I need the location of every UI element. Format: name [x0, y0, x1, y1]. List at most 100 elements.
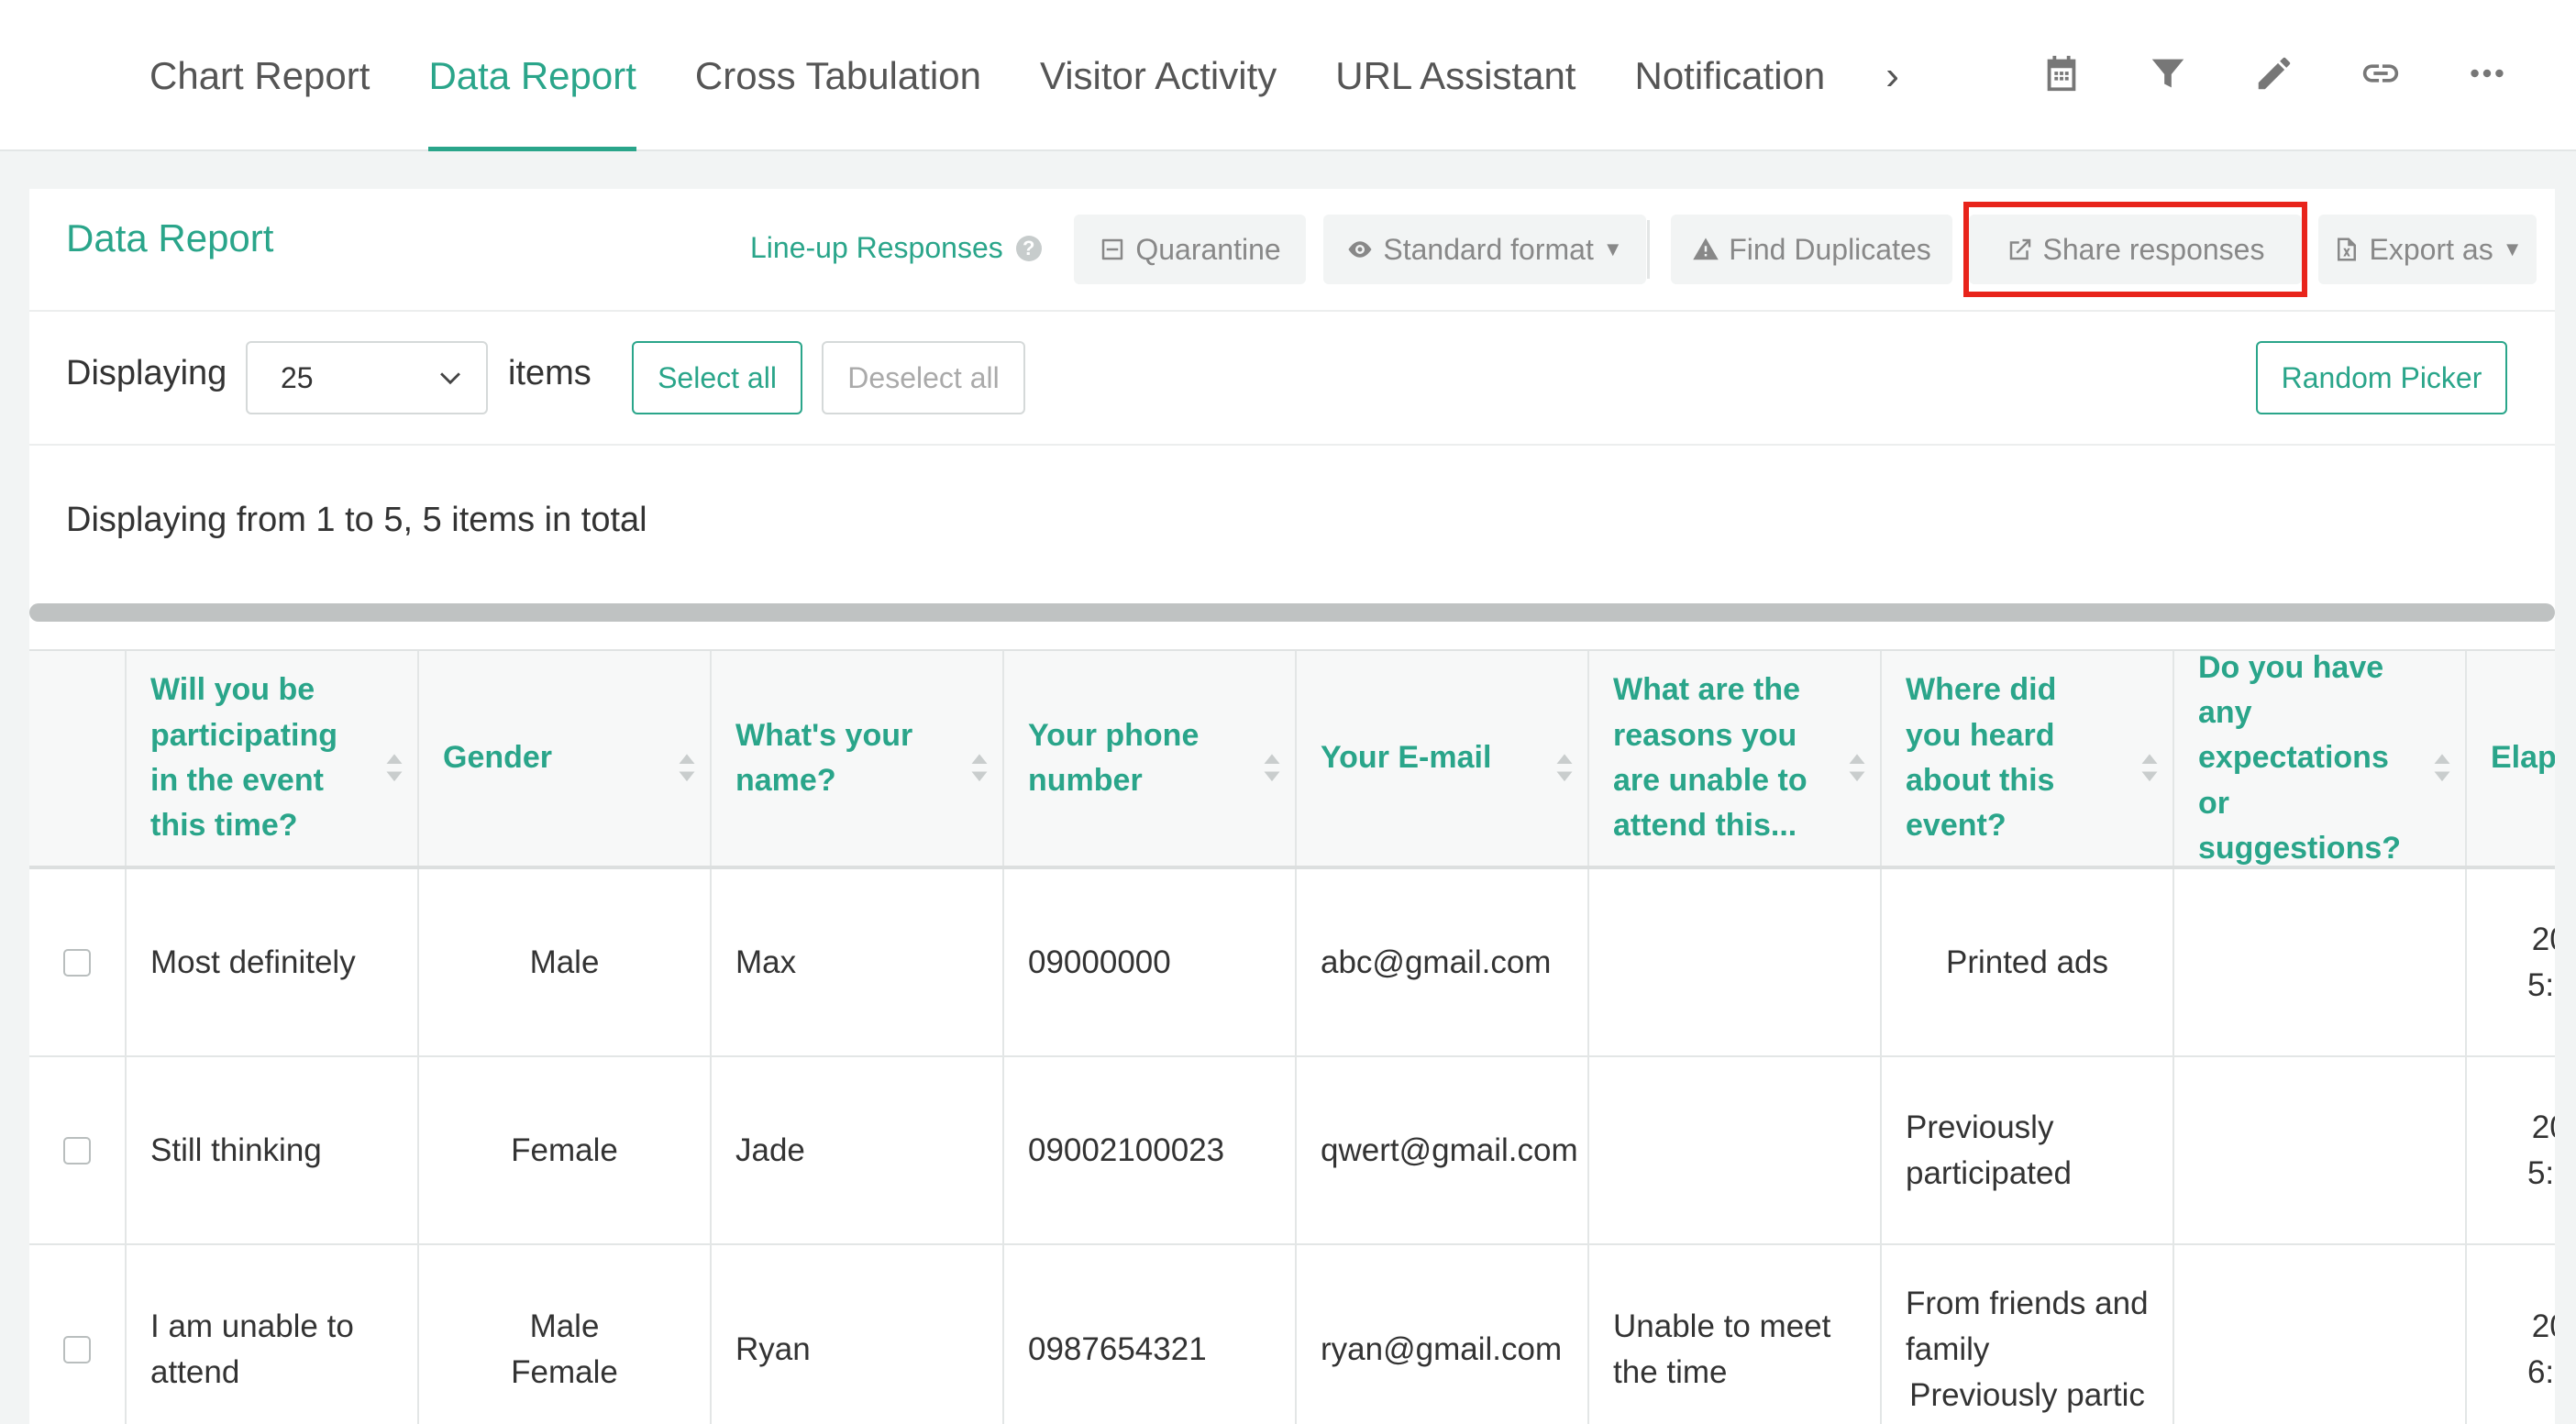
column-header-label: What's your name? [735, 717, 913, 798]
cell-line: 202 [2531, 1308, 2555, 1345]
share-responses-label: Share responses [2042, 232, 2265, 266]
help-icon[interactable]: ? [1015, 235, 1042, 261]
column-header[interactable]: Your E-mail [1297, 651, 1589, 866]
sort-icon[interactable] [1262, 752, 1282, 783]
table-cell: Most definitely [127, 869, 419, 1055]
cell-line: Previously participated [1906, 1109, 2072, 1191]
sort-icon[interactable] [2432, 752, 2452, 783]
excel-file-icon [2337, 237, 2356, 261]
table-cell [2174, 1057, 2467, 1243]
column-header[interactable]: What's your name? [712, 651, 1004, 866]
table-cell [1589, 869, 1882, 1055]
table-row: I am unable to attend Male Female Ryan 0… [29, 1245, 2555, 1424]
column-header[interactable]: Your phone number [1004, 651, 1297, 866]
sort-icon[interactable] [384, 752, 404, 783]
random-picker-button[interactable]: Random Picker [2256, 341, 2507, 414]
table-cell: From friends and family Previously parti… [1882, 1245, 2174, 1424]
row-checkbox-cell [29, 869, 127, 1055]
column-header[interactable]: Do you have any expectations or suggesti… [2174, 651, 2467, 866]
cell-line: 202 [2531, 921, 2555, 957]
page-size-select[interactable]: 25 [246, 341, 488, 414]
panel-header: Data Report Line-up Responses ? Quaranti… [29, 189, 2555, 312]
link-icon[interactable] [2327, 37, 2434, 110]
export-as-dropdown[interactable]: Export as ▼ [2318, 215, 2537, 284]
chevron-right-icon[interactable]: › [1854, 53, 1930, 99]
sort-icon[interactable] [677, 752, 697, 783]
cell-line: Male [529, 944, 600, 980]
cell-line: Female [511, 1131, 618, 1168]
column-header[interactable]: Elap [2467, 651, 2555, 866]
cell-line: 202 [2531, 1109, 2555, 1145]
table-cell: I am unable to attend [127, 1245, 419, 1424]
tab-visitor-activity[interactable]: Visitor Activity [1011, 0, 1306, 151]
tab-notification[interactable]: Notification [1605, 0, 1854, 151]
calendar-icon[interactable] [2008, 37, 2115, 110]
standard-format-label: Standard format [1383, 232, 1594, 266]
items-label: items [508, 354, 591, 392]
cell-line: From friends and family [1906, 1286, 2149, 1368]
pencil-icon[interactable] [2221, 37, 2327, 110]
cell-line: 5:51 [2526, 1154, 2555, 1191]
select-all-button[interactable]: Select all [632, 341, 802, 414]
minus-square-icon [1102, 238, 1123, 260]
tab-cross-tabulation[interactable]: Cross Tabulation [666, 0, 1011, 151]
export-as-label: Export as [2369, 232, 2493, 266]
column-header-label: Will you be participating in the event t… [150, 672, 338, 844]
display-controls: Displaying 25 items Select all Deselect … [29, 312, 2555, 446]
filter-icon[interactable] [2115, 37, 2221, 110]
row-checkbox[interactable] [63, 1336, 91, 1363]
row-checkbox-cell [29, 1057, 127, 1243]
table-cell: 0987654321 [1004, 1245, 1297, 1424]
quarantine-label: Quarantine [1135, 232, 1281, 266]
row-checkbox[interactable] [63, 1136, 91, 1165]
more-icon[interactable] [2434, 37, 2540, 110]
share-responses-button[interactable]: Share responses [1969, 215, 2302, 284]
table-header-row: Will you be participating in the event t… [29, 649, 2555, 869]
column-header-label: Elap [2491, 740, 2555, 776]
column-header-label: What are the reasons you are unable to a… [1613, 672, 1808, 844]
find-duplicates-button[interactable]: Find Duplicates [1671, 215, 1952, 284]
sort-icon[interactable] [1554, 752, 1575, 783]
table-cell: Unable to meet the time [1589, 1245, 1882, 1424]
horizontal-scrollbar[interactable] [29, 603, 2555, 622]
column-header-label: Do you have any expectations or suggesti… [2198, 651, 2402, 866]
table-row: Most definitely Male Max 09000000 abc@gm… [29, 869, 2555, 1057]
toolbar-divider [1647, 220, 1650, 279]
column-header[interactable]: Where did you heard about this event? [1882, 651, 2174, 866]
standard-format-dropdown[interactable]: Standard format ▼ [1323, 215, 1646, 284]
caret-down-icon: ▼ [2502, 237, 2523, 260]
displaying-label: Displaying [66, 354, 227, 392]
deselect-all-button[interactable]: Deselect all [822, 341, 1025, 414]
table-cell: Printed ads [1882, 869, 2174, 1055]
cell-line: Male [529, 1308, 600, 1345]
table-cell: 202 6:27 [2467, 1245, 2555, 1424]
tab-url-assistant[interactable]: URL Assistant [1306, 0, 1605, 151]
lineup-responses-link[interactable]: Line-up Responses ? [750, 231, 1042, 265]
table-cell: Ryan [712, 1245, 1004, 1424]
sort-icon[interactable] [969, 752, 989, 783]
table-cell: Max [712, 869, 1004, 1055]
caret-down-icon: ▼ [1602, 237, 1623, 260]
top-nav: Chart Report Data Report Cross Tabulatio… [0, 0, 2576, 151]
column-header-label: Gender [443, 740, 553, 776]
report-tabs: Chart Report Data Report Cross Tabulatio… [149, 0, 1930, 151]
table-cell: 09000000 [1004, 869, 1297, 1055]
column-header[interactable]: What are the reasons you are unable to a… [1589, 651, 1882, 866]
tab-data-report[interactable]: Data Report [399, 0, 665, 151]
quarantine-button[interactable]: Quarantine [1074, 215, 1306, 284]
table-cell: abc@gmail.com [1297, 869, 1589, 1055]
tab-chart-report[interactable]: Chart Report [149, 0, 399, 151]
table-cell [2174, 1245, 2467, 1424]
row-checkbox-cell [29, 1245, 127, 1424]
display-summary: Displaying from 1 to 5, 5 items in total [66, 501, 647, 539]
table-cell [1589, 1057, 1882, 1243]
column-header-label: Your phone number [1028, 717, 1200, 798]
cell-line: Female [511, 1354, 618, 1390]
column-header[interactable]: Gender [419, 651, 712, 866]
row-checkbox[interactable] [63, 948, 91, 977]
sort-icon[interactable] [1847, 752, 1867, 783]
cell-line: 6:27 [2526, 1354, 2555, 1390]
responses-table: Will you be participating in the event t… [29, 649, 2555, 1424]
column-header[interactable]: Will you be participating in the event t… [127, 651, 419, 866]
sort-icon[interactable] [2139, 752, 2160, 783]
